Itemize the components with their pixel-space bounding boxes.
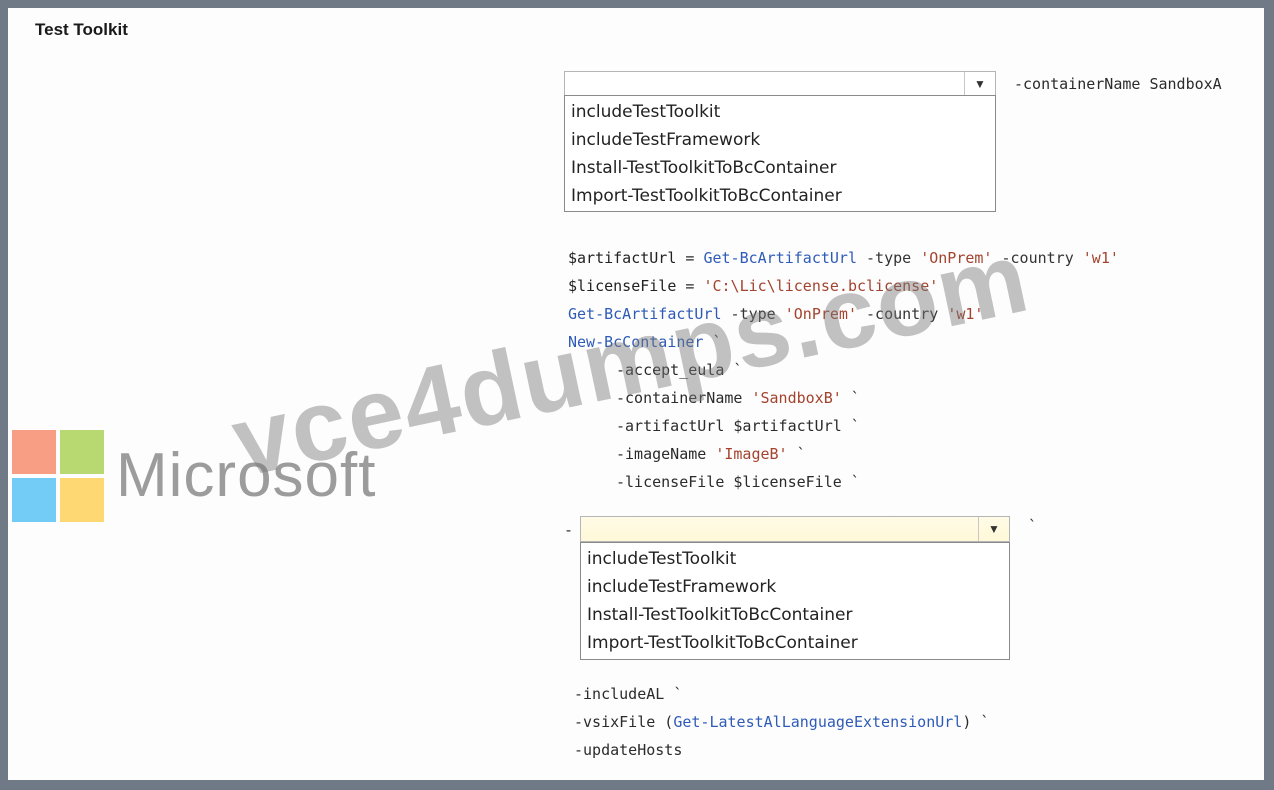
param-container-value: SandboxA [1149, 75, 1222, 93]
dropdown1-suffix: -containerName SandboxA [1014, 74, 1222, 94]
option-import-test-toolkit[interactable]: Import-TestToolkitToBcContainer [565, 182, 995, 210]
logo-square-yellow [60, 478, 104, 522]
option-include-test-toolkit[interactable]: includeTestToolkit [581, 545, 1009, 573]
answer-dropdown-2[interactable]: ▼ [580, 516, 1010, 542]
logo-square-blue [12, 478, 56, 522]
microsoft-logo-icon [12, 430, 108, 526]
chevron-down-icon[interactable]: ▼ [964, 72, 995, 96]
code-line-include-al: -includeAL ` [574, 685, 683, 703]
logo-square-red [12, 430, 56, 474]
logo-square-green [60, 430, 104, 474]
option-install-test-toolkit[interactable]: Install-TestToolkitToBcContainer [581, 601, 1009, 629]
code-line-9: -licenseFile $licenseFile ` [616, 473, 860, 491]
chevron-down-icon[interactable]: ▼ [978, 517, 1009, 541]
option-include-test-framework[interactable]: includeTestFramework [581, 573, 1009, 601]
code-dash: - [564, 521, 574, 539]
section-title: Test Toolkit [35, 20, 128, 39]
option-import-test-toolkit[interactable]: Import-TestToolkitToBcContainer [581, 629, 1009, 657]
code-line-7: -artifactUrl $artifactUrl ` [616, 417, 860, 435]
dropdown-2-options: includeTestToolkit includeTestFramework … [580, 542, 1010, 660]
question-frame: Test Toolkit ▼ -containerName SandboxA i… [8, 8, 1264, 780]
answer-dropdown-1[interactable]: ▼ [564, 71, 996, 97]
param-container-name: -containerName [1014, 75, 1141, 93]
dropdown-1-options: includeTestToolkit includeTestFramework … [564, 95, 996, 212]
code-line-update-hosts: -updateHosts [574, 741, 683, 759]
option-install-test-toolkit[interactable]: Install-TestToolkitToBcContainer [565, 154, 995, 182]
code-block-bottom: -includeAL ` -vsixFile (Get-LatestAlLangu… [574, 684, 989, 760]
code-line-vsix: -vsixFile (Get-LatestAlLanguageExtension… [574, 713, 990, 731]
option-include-test-framework[interactable]: includeTestFramework [565, 126, 995, 154]
code-backtick: ` [1028, 517, 1038, 535]
code-line-8: -imageName 'ImageB' ` [616, 445, 806, 463]
option-include-test-toolkit[interactable]: includeTestToolkit [565, 98, 995, 126]
